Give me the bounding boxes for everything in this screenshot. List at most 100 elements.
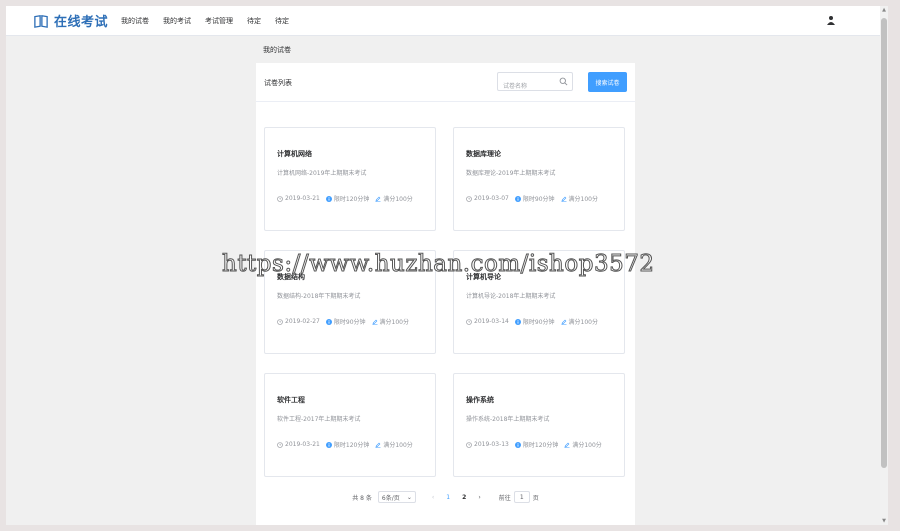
scroll-thumb[interactable] bbox=[881, 18, 887, 468]
paper-time-limit-text: 限时90分钟 bbox=[522, 319, 555, 326]
paper-subtitle: 软件工程-2017年上期期末考试 bbox=[277, 416, 361, 423]
paper-time-limit-text: 限时120分钟 bbox=[333, 442, 370, 449]
user-icon[interactable] bbox=[826, 15, 836, 25]
page-title: 我的试卷 bbox=[263, 46, 291, 54]
paper-full-score: 满分100分 bbox=[564, 440, 602, 449]
pagination: 共 8 条 6条/页 ⌄ ‹ 1 2 › 前往 页 bbox=[256, 490, 635, 504]
edit-icon bbox=[375, 442, 381, 448]
paper-date-text: 2019-03-21 bbox=[285, 195, 320, 202]
edit-icon bbox=[375, 196, 381, 202]
info-icon bbox=[325, 318, 332, 325]
nav-my-papers[interactable]: 我的试卷 bbox=[121, 16, 149, 26]
paper-full-score-text: 满分100分 bbox=[383, 442, 413, 449]
goto-label: 前往 bbox=[498, 494, 511, 502]
paper-date: 2019-02-27 bbox=[277, 318, 320, 325]
paper-date: 2019-03-21 bbox=[277, 441, 320, 448]
paper-time-limit: 限时120分钟 bbox=[514, 440, 559, 449]
logo-text: 在线考试 bbox=[54, 15, 109, 30]
page-2[interactable]: 2 bbox=[462, 494, 466, 501]
nav-pending-1[interactable]: 待定 bbox=[247, 16, 261, 26]
paper-subtitle: 计算机网络-2019年上期期末考试 bbox=[277, 170, 367, 177]
info-icon bbox=[514, 318, 521, 325]
paper-list-panel: 试卷列表 搜索试卷 计算机网络 计算机网络-2019年上期期末考试 2019-0… bbox=[256, 63, 635, 525]
info-icon bbox=[514, 195, 521, 202]
paper-time-limit: 限时90分钟 bbox=[325, 317, 366, 326]
paper-full-score-text: 满分100分 bbox=[572, 442, 602, 449]
panel-header: 试卷列表 搜索试卷 bbox=[256, 63, 635, 102]
scroll-up-icon[interactable]: ▲ bbox=[881, 7, 887, 13]
paper-full-score: 满分100分 bbox=[372, 317, 409, 326]
paper-full-score-text: 满分100分 bbox=[568, 319, 598, 326]
nav-my-exams[interactable]: 我的考试 bbox=[163, 16, 191, 26]
top-navbar: 在线考试 我的试卷 我的考试 考试管理 待定 待定 bbox=[6, 6, 886, 36]
nav-exam-management[interactable]: 考试管理 bbox=[205, 16, 233, 26]
edit-icon bbox=[564, 442, 570, 448]
nav-pending-2[interactable]: 待定 bbox=[275, 16, 289, 26]
paper-title: 计算机导论 bbox=[466, 273, 501, 281]
info-icon bbox=[325, 441, 332, 448]
paper-date-text: 2019-03-21 bbox=[285, 441, 320, 448]
search-paper-button[interactable]: 搜索试卷 bbox=[588, 72, 627, 92]
paper-meta: 2019-03-13 限时120分钟 满分100分 bbox=[466, 440, 608, 449]
paper-date-text: 2019-03-07 bbox=[474, 195, 509, 202]
paper-time-limit: 限时120分钟 bbox=[325, 440, 370, 449]
paper-full-score: 满分100分 bbox=[375, 440, 413, 449]
clock-icon bbox=[277, 195, 283, 202]
paper-time-limit: 限时120分钟 bbox=[325, 194, 370, 203]
app-window: 在线考试 我的试卷 我的考试 考试管理 待定 待定 我的试卷 试卷列表 搜索试卷 bbox=[6, 6, 886, 525]
paper-date: 2019-03-13 bbox=[466, 441, 509, 448]
clock-icon bbox=[466, 441, 472, 448]
paper-time-limit-text: 限时120分钟 bbox=[333, 196, 370, 203]
paper-meta: 2019-03-21 限时120分钟 满分100分 bbox=[277, 440, 419, 449]
paper-title: 软件工程 bbox=[277, 396, 305, 404]
paper-time-limit: 限时90分钟 bbox=[514, 317, 555, 326]
paper-title: 操作系统 bbox=[466, 396, 494, 404]
paper-subtitle: 数据库理论-2019年上期期末考试 bbox=[466, 170, 556, 177]
paper-meta: 2019-03-21 限时120分钟 满分100分 bbox=[277, 194, 419, 203]
page-size-select[interactable]: 6条/页 ⌄ bbox=[377, 491, 416, 503]
clock-icon bbox=[277, 441, 283, 448]
paper-time-limit: 限时90分钟 bbox=[514, 194, 555, 203]
edit-icon bbox=[372, 319, 378, 325]
info-icon bbox=[325, 195, 332, 202]
page-1[interactable]: 1 bbox=[446, 494, 450, 501]
next-page-icon[interactable]: › bbox=[478, 494, 480, 501]
paper-time-limit-text: 限时120分钟 bbox=[522, 442, 559, 449]
paper-full-score-text: 满分100分 bbox=[383, 196, 413, 203]
paper-date-text: 2019-03-13 bbox=[474, 441, 509, 448]
main-nav: 我的试卷 我的考试 考试管理 待定 待定 bbox=[114, 16, 296, 26]
scroll-down-icon[interactable]: ▼ bbox=[881, 518, 887, 524]
paper-meta: 2019-03-14 限时90分钟 满分100分 bbox=[466, 317, 604, 326]
paper-title: 数据库理论 bbox=[466, 150, 501, 158]
paper-subtitle: 数据结构-2018年下期期末考试 bbox=[277, 293, 361, 300]
clock-icon bbox=[466, 195, 472, 202]
clock-icon bbox=[466, 318, 472, 325]
prev-page-icon[interactable]: ‹ bbox=[432, 494, 434, 501]
logo[interactable]: 在线考试 bbox=[34, 11, 108, 30]
paper-date-text: 2019-03-14 bbox=[474, 318, 509, 325]
search-input[interactable] bbox=[503, 78, 563, 95]
goto-page: 前往 页 bbox=[499, 491, 539, 503]
goto-page-input[interactable] bbox=[513, 491, 530, 503]
paper-date: 2019-03-21 bbox=[277, 195, 320, 202]
scrollbar[interactable]: ▲ ▼ bbox=[880, 6, 888, 525]
search-icon[interactable] bbox=[559, 77, 568, 86]
panel-title: 试卷列表 bbox=[264, 79, 292, 87]
search-box bbox=[497, 72, 573, 95]
paper-date: 2019-03-07 bbox=[466, 195, 509, 202]
paper-card[interactable]: 计算机网络 计算机网络-2019年上期期末考试 2019-03-21 限时120… bbox=[264, 127, 436, 231]
edit-icon bbox=[561, 196, 567, 202]
book-icon bbox=[34, 14, 48, 28]
paper-date-text: 2019-02-27 bbox=[285, 318, 320, 325]
paper-card[interactable]: 操作系统 操作系统-2018年上期期末考试 2019-03-13 限时120分钟… bbox=[453, 373, 625, 477]
paper-card[interactable]: 数据结构 数据结构-2018年下期期末考试 2019-02-27 限时90分钟 … bbox=[264, 250, 436, 354]
page-size-value: 6条/页 bbox=[381, 494, 400, 502]
paper-card[interactable]: 计算机导论 计算机导论-2018年上期期末考试 2019-03-14 限时90分… bbox=[453, 250, 625, 354]
paper-full-score: 满分100分 bbox=[561, 317, 598, 326]
paper-card[interactable]: 数据库理论 数据库理论-2019年上期期末考试 2019-03-07 限时90分… bbox=[453, 127, 625, 231]
paper-subtitle: 计算机导论-2018年上期期末考试 bbox=[466, 293, 556, 300]
paper-time-limit-text: 限时90分钟 bbox=[333, 319, 366, 326]
goto-suffix: 页 bbox=[532, 494, 539, 502]
paper-meta: 2019-02-27 限时90分钟 满分100分 bbox=[277, 317, 415, 326]
paper-card[interactable]: 软件工程 软件工程-2017年上期期末考试 2019-03-21 限时120分钟… bbox=[264, 373, 436, 477]
